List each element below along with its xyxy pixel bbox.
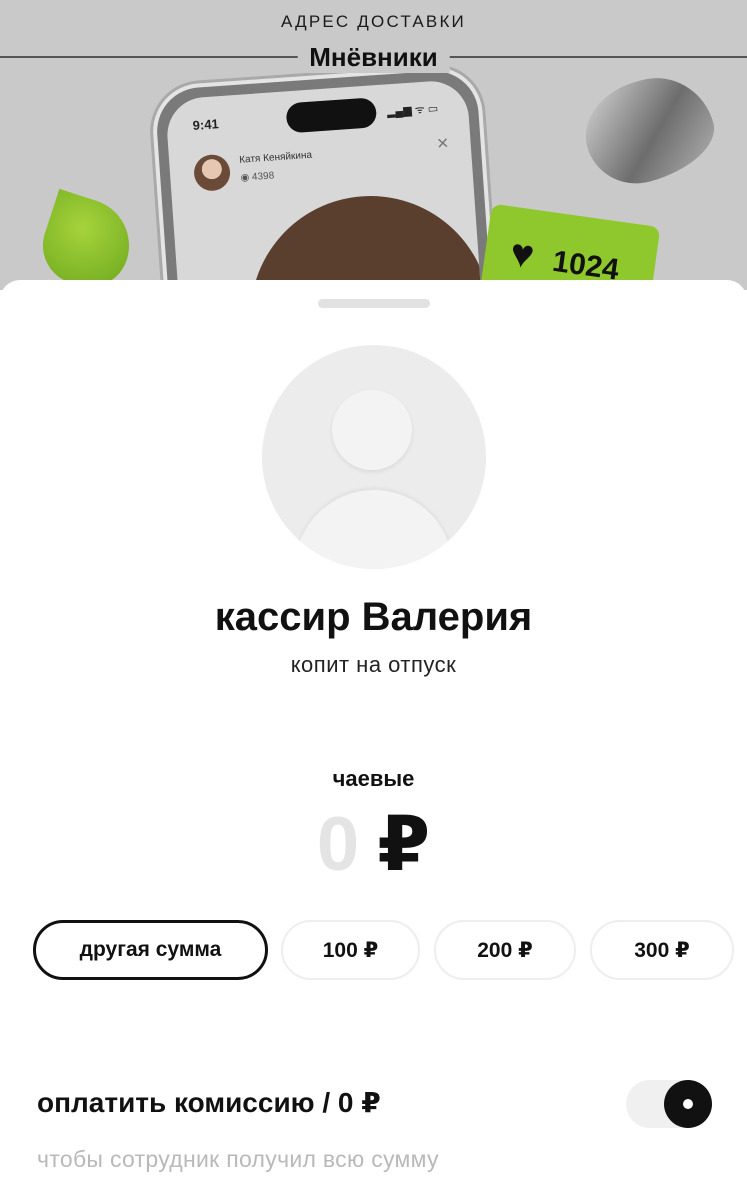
leaf-decoration: [32, 188, 142, 290]
currency-symbol: ₽: [377, 802, 431, 887]
avatar-head-placeholder: [332, 390, 412, 470]
phone-time: 9:41: [192, 116, 220, 133]
pay-fee-hint: чтобы сотрудник получил всю сумму: [37, 1146, 439, 1172]
phone-mockup: 9:41 ▂▄▆ ᯤ ▭ Катя Кеняйкина ◉ 4398 ×: [149, 63, 501, 290]
gua-sha-decoration: [574, 65, 724, 195]
amount-200-chip[interactable]: 200 ₽: [434, 920, 576, 980]
toggle-dot: [683, 1099, 693, 1109]
phone-user-avatar: [192, 153, 232, 192]
other-amount-chip[interactable]: другая сумма: [33, 920, 268, 980]
phone-status-icons: ▂▄▆ ᯤ ▭: [386, 102, 439, 119]
delivery-address-label: АДРЕС ДОСТАВКИ: [281, 12, 466, 31]
phone-username: Катя Кеняйкина: [238, 149, 313, 166]
phone-view-count: ◉ 4398: [240, 170, 275, 184]
promo-banner: 9:41 ▂▄▆ ᯤ ▭ Катя Кеняйкина ◉ 4398 × ♥ 1…: [0, 0, 747, 290]
amount-300-chip[interactable]: 300 ₽: [590, 920, 734, 980]
heart-icon: ♥: [507, 230, 538, 278]
employee-name: кассир Валерия: [214, 595, 533, 639]
delivery-address-row[interactable]: Мнёвники: [0, 42, 747, 73]
tip-amount-input[interactable]: 0 ₽: [0, 800, 747, 890]
phone-close-icon: ×: [436, 132, 450, 155]
sheet-drag-handle[interactable]: [318, 299, 430, 308]
avatar: [262, 345, 486, 569]
tip-sheet: кассир Валерия копит на отпуск чаевые 0 ₽…: [0, 280, 747, 1200]
pay-fee-toggle[interactable]: [626, 1080, 712, 1128]
avatar-body-placeholder: [295, 490, 453, 569]
phone-person-photo: [242, 187, 486, 290]
phone-notch: [285, 97, 378, 134]
delivery-address-value[interactable]: Мнёвники: [297, 42, 450, 73]
like-badge: ♥ 1024: [479, 203, 661, 290]
pay-fee-label: оплатить комиссию / 0 ₽: [37, 1087, 381, 1118]
amount-100-chip[interactable]: 100 ₽: [281, 920, 420, 980]
toggle-knob: [664, 1080, 712, 1128]
tips-label: чаевые: [332, 766, 415, 791]
phone-screen: 9:41 ▂▄▆ ᯤ ▭ Катя Кеняйкина ◉ 4398 ×: [164, 78, 486, 290]
employee-goal: копит на отпуск: [290, 652, 457, 677]
tip-amount-value: 0: [316, 802, 360, 887]
